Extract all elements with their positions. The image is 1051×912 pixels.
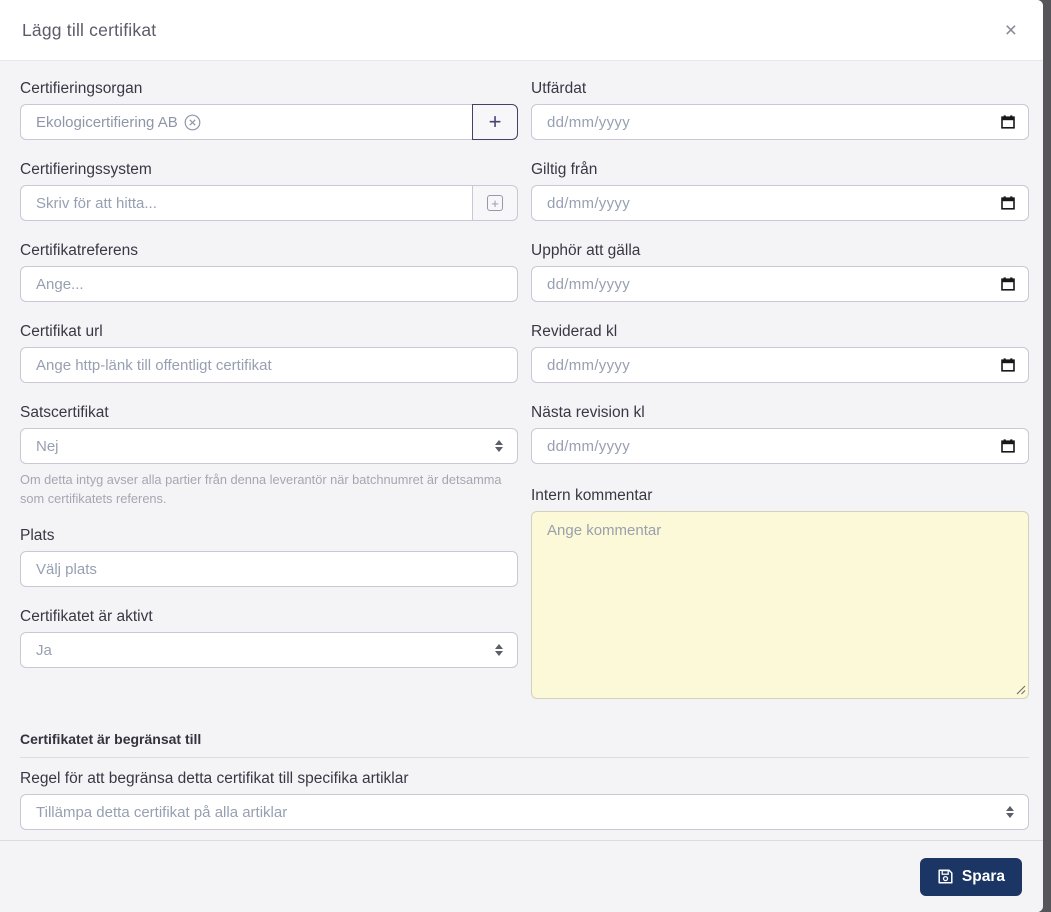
- field-intern-kommentar: Intern kommentar: [531, 487, 1029, 699]
- resize-handle-icon[interactable]: [1016, 685, 1026, 695]
- add-certifieringssystem-button[interactable]: +: [472, 185, 518, 221]
- field-certifieringssystem: Certifieringssystem +: [20, 161, 518, 221]
- form-right-column: Utfärdat dd/mm/yyyy Giltig från dd/mm/yy…: [531, 80, 1029, 699]
- certifikat-url-input[interactable]: [20, 347, 518, 383]
- certifieringssystem-label: Certifieringssystem: [20, 161, 152, 178]
- upphor-att-galla-label: Upphör att gälla: [531, 242, 641, 259]
- date-placeholder: dd/mm/yyyy: [547, 194, 631, 212]
- certifikatreferens-label: Certifikatreferens: [20, 242, 139, 259]
- modal-body: Certifieringsorgan Ekologicertifiering A…: [0, 61, 1043, 840]
- restriction-section: Certifikatet är begränsat till Regel för…: [20, 731, 1029, 830]
- close-icon[interactable]: ×: [1001, 18, 1021, 43]
- date-placeholder: dd/mm/yyyy: [547, 275, 631, 293]
- boxed-plus-icon: +: [487, 195, 503, 211]
- field-giltig-fran: Giltig från dd/mm/yyyy: [531, 161, 1029, 221]
- plats-input[interactable]: [20, 551, 518, 588]
- field-upphor-att-galla: Upphör att gälla dd/mm/yyyy: [531, 242, 1029, 302]
- certifieringssystem-input[interactable]: [20, 185, 472, 221]
- restriction-rule-value: Tillämpa detta certifikat på alla artikl…: [36, 803, 288, 821]
- satscertifikat-value: Nej: [36, 437, 59, 455]
- save-button-label: Spara: [961, 867, 1005, 885]
- field-nasta-revision-kl: Nästa revision kl dd/mm/yyyy: [531, 404, 1029, 464]
- certifikatreferens-input[interactable]: [20, 266, 518, 302]
- calendar-icon[interactable]: [1000, 357, 1016, 373]
- aktivt-label: Certifikatet är aktivt: [20, 608, 153, 626]
- field-reviderad-kl: Reviderad kl dd/mm/yyyy: [531, 323, 1029, 383]
- intern-kommentar-textarea[interactable]: [531, 511, 1029, 699]
- plats-label: Plats: [20, 527, 55, 545]
- field-utfardat: Utfärdat dd/mm/yyyy: [531, 80, 1029, 140]
- certifieringsorgan-input[interactable]: Ekologicertifiering AB: [20, 104, 472, 140]
- date-placeholder: dd/mm/yyyy: [547, 356, 631, 374]
- field-certifikat-url: Certifikat url: [20, 323, 518, 383]
- form-left-column: Certifieringsorgan Ekologicertifiering A…: [20, 80, 518, 689]
- add-certifieringsorgan-button[interactable]: +: [472, 104, 518, 140]
- calendar-icon[interactable]: [1000, 438, 1016, 454]
- save-floppy-icon: [938, 869, 953, 884]
- certifikat-url-label: Certifikat url: [20, 323, 103, 340]
- aktivt-select[interactable]: Ja: [20, 632, 518, 669]
- utfardat-date-input[interactable]: dd/mm/yyyy: [531, 104, 1029, 140]
- select-arrows-icon: [1006, 806, 1014, 818]
- restriction-heading: Certifikatet är begränsat till: [20, 731, 202, 747]
- nasta-revision-kl-label: Nästa revision kl: [531, 404, 645, 421]
- certifieringsorgan-selected-chip: Ekologicertifiering AB: [36, 114, 201, 131]
- satscertifikat-help-text: Om detta intyg avser alla partier från d…: [20, 472, 502, 506]
- reviderad-kl-label: Reviderad kl: [531, 323, 618, 340]
- background-page-edge: [1043, 0, 1051, 912]
- field-certifieringsorgan: Certifieringsorgan Ekologicertifiering A…: [20, 80, 518, 140]
- modal-header: Lägg till certifikat ×: [0, 0, 1043, 61]
- reviderad-kl-date-input[interactable]: dd/mm/yyyy: [531, 347, 1029, 383]
- select-arrows-icon: [495, 440, 503, 452]
- giltig-fran-date-input[interactable]: dd/mm/yyyy: [531, 185, 1029, 221]
- field-aktivt: Certifikatet är aktivt Ja: [20, 608, 518, 669]
- add-certificate-modal: Lägg till certifikat × Certifieringsorga…: [0, 0, 1043, 912]
- field-certifikatreferens: Certifikatreferens: [20, 242, 518, 302]
- upphor-att-galla-date-input[interactable]: dd/mm/yyyy: [531, 266, 1029, 302]
- modal-title: Lägg till certifikat: [22, 19, 157, 40]
- save-button[interactable]: Spara: [919, 857, 1022, 896]
- plus-icon: +: [488, 109, 502, 134]
- calendar-icon[interactable]: [1000, 276, 1016, 292]
- calendar-icon[interactable]: [1000, 195, 1016, 211]
- satscertifikat-select[interactable]: Nej: [20, 428, 518, 464]
- section-divider: [20, 757, 1029, 758]
- remove-chip-icon[interactable]: [184, 114, 201, 131]
- aktivt-value: Ja: [36, 641, 52, 659]
- calendar-icon[interactable]: [1000, 114, 1016, 130]
- chip-label: Ekologicertifiering AB: [36, 113, 178, 131]
- restriction-rule-label: Regel för att begränsa detta certifikat …: [20, 770, 409, 787]
- date-placeholder: dd/mm/yyyy: [547, 113, 631, 131]
- field-plats: Plats: [20, 527, 518, 588]
- select-arrows-icon: [495, 644, 503, 657]
- utfardat-label: Utfärdat: [531, 80, 587, 97]
- intern-kommentar-label: Intern kommentar: [531, 487, 653, 504]
- restriction-rule-select[interactable]: Tillämpa detta certifikat på alla artikl…: [20, 794, 1029, 830]
- modal-footer: Spara: [0, 840, 1043, 912]
- giltig-fran-label: Giltig från: [531, 161, 598, 178]
- field-satscertifikat: Satscertifikat Nej Om detta intyg avser …: [20, 404, 518, 508]
- date-placeholder: dd/mm/yyyy: [547, 437, 631, 455]
- nasta-revision-kl-date-input[interactable]: dd/mm/yyyy: [531, 428, 1029, 464]
- satscertifikat-label: Satscertifikat: [20, 404, 109, 421]
- certifieringsorgan-label: Certifieringsorgan: [20, 80, 143, 97]
